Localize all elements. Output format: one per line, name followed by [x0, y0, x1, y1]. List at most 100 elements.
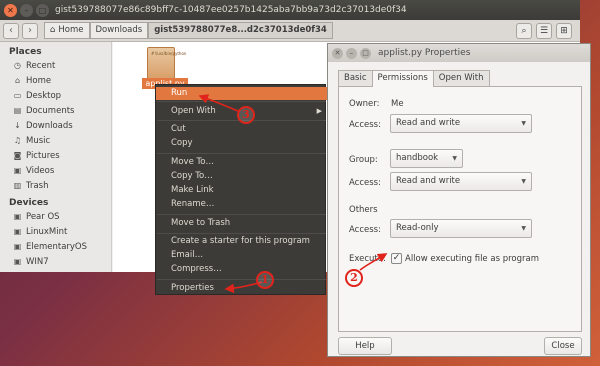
video-icon: ▣ — [13, 166, 22, 175]
group-access-label: Access: — [349, 178, 381, 188]
sidebar-item-downloads[interactable]: ↓ Downloads — [0, 118, 111, 133]
menu-item-label: Open With — [171, 106, 216, 116]
sidebar-item-label: Trash — [26, 180, 49, 191]
home-icon: ⌂ — [14, 76, 21, 85]
menu-item-cut[interactable]: Cut — [156, 123, 327, 136]
sidebar-item-desktop[interactable]: ▭ Desktop — [0, 88, 111, 103]
documents-icon: ▤ — [13, 106, 22, 115]
crumb-home-label: Home — [58, 25, 84, 35]
group-access-select[interactable]: Read and write ▼ — [390, 172, 532, 191]
menu-item-compress[interactable]: Compress… — [156, 263, 327, 276]
maximize-icon[interactable]: □ — [360, 47, 371, 59]
drive-icon: ▣ — [13, 227, 22, 236]
sidebar-item-label: WIN7 — [26, 256, 49, 267]
sidebar-item-pear-os[interactable]: ▣ Pear OS — [0, 209, 111, 224]
sidebar-item-videos[interactable]: ▣ Videos — [0, 163, 111, 178]
sidebar-item-recent[interactable]: ◷ Recent — [0, 58, 111, 73]
crumb-downloads-label: Downloads — [95, 25, 143, 35]
back-icon[interactable]: ‹ — [3, 22, 19, 39]
sidebar-item-pictures[interactable]: ◙ Pictures — [0, 148, 111, 163]
others-access-select[interactable]: Read-only ▼ — [390, 219, 532, 238]
help-button[interactable]: Help — [338, 337, 392, 355]
properties-dialog: ✕ – □ applist.py Properties Basic Permis… — [327, 43, 591, 357]
execute-checkbox[interactable]: ✓ — [391, 253, 402, 264]
sidebar-item-elementaryos[interactable]: ▣ ElementaryOS — [0, 239, 111, 254]
sidebar-item-label: ElementaryOS — [26, 241, 88, 252]
desktop-icon: ▭ — [13, 91, 22, 100]
search-icon[interactable]: ⌕ — [516, 23, 532, 39]
dialog-window-buttons: ✕ – □ — [332, 47, 371, 59]
menu-item-move-to[interactable]: Move To… — [156, 156, 327, 169]
tab-open-with[interactable]: Open With — [432, 70, 490, 86]
others-access-value: Read-only — [396, 223, 439, 233]
menu-item-rename[interactable]: Rename… — [156, 198, 327, 211]
sidebar-item-label: Pear OS — [26, 211, 60, 222]
sidebar-item-home[interactable]: ⌂ Home — [0, 73, 111, 88]
python-file-icon[interactable]: #!/usr/bin/python — [147, 47, 186, 79]
toolbar: ‹ › ⌂ Home Downloads gist539788077e8...d… — [0, 20, 580, 42]
group-select[interactable]: handbook ▼ — [390, 149, 463, 168]
checkmark-icon: ✓ — [392, 253, 401, 263]
menu-item-move-to-trash[interactable]: Move to Trash — [156, 217, 327, 230]
toolbar-right: ⌕ ☰ ⊞ — [516, 23, 572, 39]
menu-item-email[interactable]: Email… — [156, 249, 327, 262]
sidebar-item-label: Videos — [26, 165, 55, 176]
minimize-icon[interactable]: – — [20, 3, 33, 17]
sidebar-item-music[interactable]: ♫ Music — [0, 133, 111, 148]
step-3-marker: 3 — [237, 106, 255, 124]
minimize-icon[interactable]: – — [346, 47, 357, 59]
close-icon[interactable]: ✕ — [332, 47, 343, 59]
chevron-down-icon: ▼ — [521, 225, 526, 232]
menu-separator — [157, 279, 326, 280]
owner-label: Owner: — [349, 99, 380, 109]
home-icon: ⌂ — [50, 25, 56, 35]
owner-access-value: Read and write — [396, 118, 461, 128]
chevron-down-icon: ▼ — [521, 178, 526, 185]
sidebar-item-documents[interactable]: ▤ Documents — [0, 103, 111, 118]
grid-view-icon[interactable]: ⊞ — [556, 23, 572, 39]
owner-value: Me — [391, 99, 404, 109]
window-buttons: ✕ – □ — [4, 3, 49, 17]
forward-icon[interactable]: › — [22, 22, 38, 39]
crumb-current-folder[interactable]: gist539788077e8...d2c37013de0f34 — [148, 22, 333, 39]
menu-item-copy-to[interactable]: Copy To… — [156, 170, 327, 183]
menu-separator — [157, 101, 326, 102]
permissions-panel: Owner: Me Access: Read and write ▼ Group… — [338, 86, 582, 332]
menu-item-run[interactable]: Run — [156, 87, 327, 100]
trash-icon: ▥ — [13, 181, 22, 190]
others-label: Others — [349, 205, 378, 215]
menu-item-properties[interactable]: Properties — [156, 282, 327, 295]
close-icon[interactable]: ✕ — [4, 3, 17, 17]
camera-icon: ◙ — [13, 151, 22, 160]
crumb-home[interactable]: ⌂ Home — [44, 22, 90, 39]
tab-basic[interactable]: Basic — [338, 70, 373, 86]
breadcrumb: ⌂ Home Downloads gist539788077e8...d2c37… — [44, 22, 333, 39]
list-view-icon[interactable]: ☰ — [536, 23, 552, 39]
menu-separator — [157, 214, 326, 215]
owner-access-select[interactable]: Read and write ▼ — [390, 114, 532, 133]
group-access-value: Read and write — [396, 176, 461, 186]
maximize-icon[interactable]: □ — [36, 3, 49, 17]
sidebar-item-label: Pictures — [26, 150, 60, 161]
menu-item-create-starter[interactable]: Create a starter for this program — [156, 235, 327, 248]
tab-permissions[interactable]: Permissions — [371, 70, 434, 87]
download-icon: ↓ — [14, 121, 21, 130]
dialog-title: applist.py Properties — [378, 48, 471, 58]
chevron-down-icon: ▼ — [452, 155, 457, 162]
sidebar-item-win7[interactable]: ▣ WIN7 — [0, 254, 111, 269]
sidebar-item-linuxmint[interactable]: ▣ LinuxMint — [0, 224, 111, 239]
menu-item-copy[interactable]: Copy — [156, 137, 327, 150]
sidebar-item-label: Documents — [26, 105, 75, 116]
menu-separator — [157, 233, 326, 234]
sidebar-item-label: Recent — [26, 60, 56, 71]
menu-item-make-link[interactable]: Make Link — [156, 184, 327, 197]
dialog-tabs: Basic Permissions Open With — [338, 70, 490, 87]
music-icon: ♫ — [13, 136, 22, 145]
places-heading: Places — [9, 47, 42, 57]
sidebar-item-trash[interactable]: ▥ Trash — [0, 178, 111, 193]
drive-icon: ▣ — [13, 257, 22, 266]
dialog-titlebar: ✕ – □ applist.py Properties — [328, 44, 590, 62]
crumb-downloads[interactable]: Downloads — [89, 22, 149, 39]
execute-text[interactable]: Allow executing file as program — [405, 254, 539, 264]
close-button[interactable]: Close — [544, 337, 582, 355]
